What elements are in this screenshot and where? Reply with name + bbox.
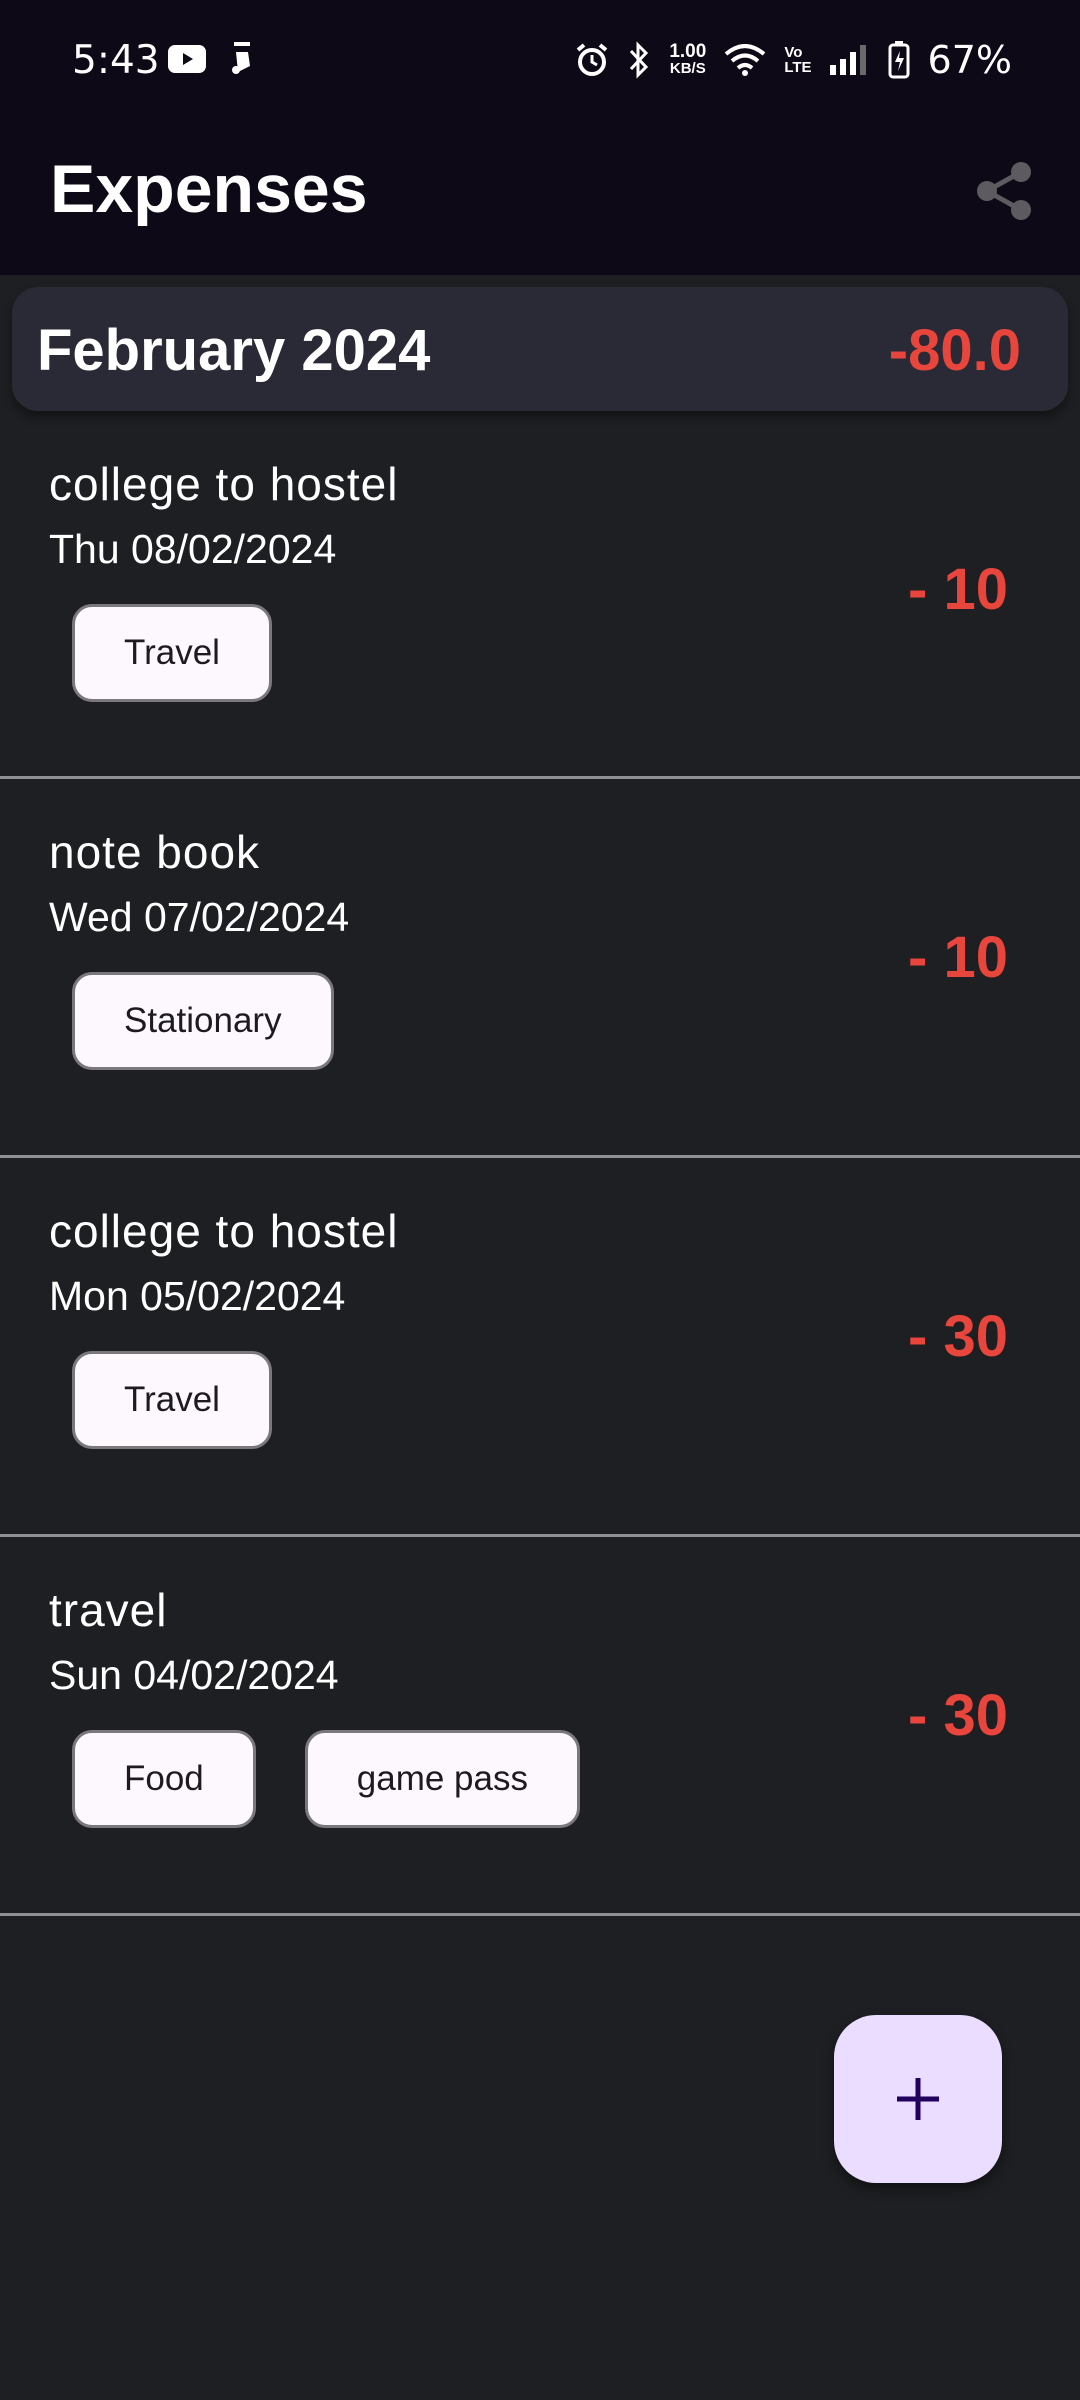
bluetooth-icon (630, 41, 649, 79)
expense-amount: - 30 (908, 1683, 1008, 1748)
net-speed-value: 1.00 (669, 41, 707, 62)
expense-tags: Travel (72, 1351, 272, 1449)
tag-chip[interactable]: Travel (72, 1351, 272, 1449)
expense-amount: - 30 (908, 1304, 1008, 1369)
share-button[interactable] (968, 155, 1040, 227)
expense-amount: - 10 (908, 925, 1008, 990)
expense-date: Sun 04/02/2024 (49, 1652, 339, 1698)
expense-title: college to hostel (49, 1205, 399, 1257)
tag-chip[interactable]: game pass (304, 1730, 580, 1828)
expense-item[interactable]: note book Wed 07/02/2024 Stationary - 10 (0, 779, 1080, 1158)
expense-date: Thu 08/02/2024 (49, 526, 337, 572)
tag-chip[interactable]: Travel (72, 604, 272, 702)
month-header: February 2024 -80.0 (12, 287, 1068, 411)
add-expense-button[interactable] (834, 2015, 1002, 2183)
status-time: 5:43 (72, 38, 160, 83)
volte-indicator: Vo LTE (784, 45, 811, 75)
youtube-icon (168, 45, 206, 73)
net-speed-indicator: 1.00 KB/S (669, 41, 707, 77)
expense-item[interactable]: travel Sun 04/02/2024 Food game pass - 3… (0, 1537, 1080, 1916)
signal-icon (829, 45, 866, 75)
status-right-icons: 1.00 KB/S Vo LTE 67% (575, 38, 1012, 82)
volte-top: Vo (784, 44, 803, 61)
alarm-icon (577, 43, 608, 76)
net-speed-unit: KB/S (669, 60, 706, 77)
plus-icon (897, 2078, 939, 2120)
expense-item[interactable]: college to hostel Mon 05/02/2024 Travel … (0, 1158, 1080, 1537)
tag-chip[interactable]: Stationary (72, 972, 334, 1070)
expense-title: note book (49, 826, 261, 878)
page-title: Expenses (50, 151, 368, 227)
status-left-icons (168, 42, 256, 76)
wifi-icon (725, 44, 766, 76)
expense-title: travel (49, 1584, 168, 1636)
month-label: February 2024 (37, 318, 431, 383)
expense-amount: - 10 (908, 557, 1008, 622)
tag-chip[interactable]: Food (72, 1730, 256, 1828)
battery-percentage: 67% (927, 38, 1012, 82)
expense-date: Wed 07/02/2024 (49, 894, 350, 940)
expense-tags: Stationary (72, 972, 334, 1070)
expense-tags: Travel (72, 604, 272, 702)
expense-title: college to hostel (49, 458, 399, 510)
expense-date: Mon 05/02/2024 (49, 1273, 346, 1319)
expense-item[interactable]: college to hostel Thu 08/02/2024 Travel … (0, 411, 1080, 779)
share-icon (977, 162, 1031, 220)
status-bar: 5:43 1.00 KB/S Vo LTE 67% (0, 0, 1080, 125)
expense-tags: Food game pass (72, 1730, 580, 1828)
volte-bottom: LTE (784, 59, 812, 76)
battery-icon (888, 41, 910, 79)
expense-list: college to hostel Thu 08/02/2024 Travel … (0, 411, 1080, 1916)
month-total: -80.0 (888, 318, 1021, 383)
notification-icon (232, 42, 250, 74)
